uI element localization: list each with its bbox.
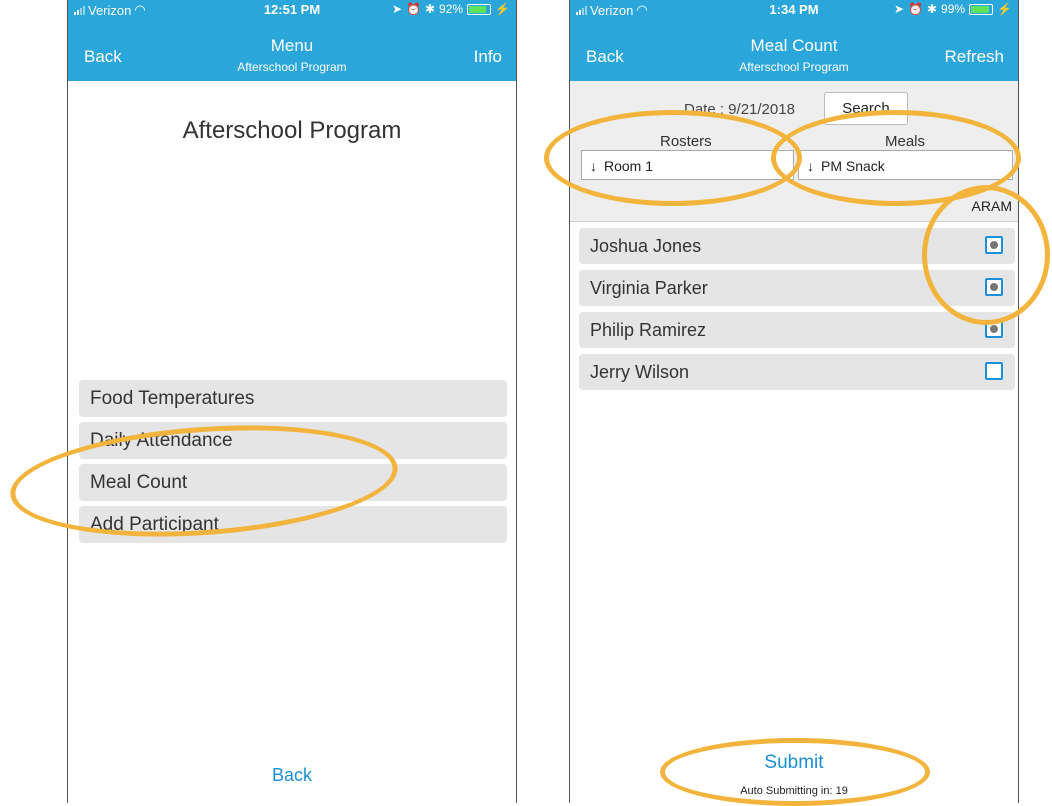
battery-percent: 92% <box>439 2 464 16</box>
participant-row: Jerry Wilson <box>579 354 1015 390</box>
participant-row: Virginia Parker <box>579 270 1015 306</box>
info-button[interactable]: Info <box>474 47 502 67</box>
participant-name: Jerry Wilson <box>590 362 690 382</box>
bluetooth-icon: ✱ <box>926 2 938 16</box>
charging-icon: ⚡ <box>495 2 510 16</box>
battery-icon <box>969 3 994 15</box>
bottom-back-button[interactable]: Back <box>68 765 516 786</box>
battery-percent: 99% <box>941 2 966 16</box>
participant-name: Virginia Parker <box>590 278 708 298</box>
alarm-icon: ⏰ <box>406 2 421 16</box>
meals-label: Meals <box>885 133 926 150</box>
meal-dropdown[interactable]: ↓ PM Snack <box>798 150 1013 180</box>
menu-screen: Verizon ◠ 12:51 PM ➤ ⏰ ✱ 92% ⚡ Back Menu… <box>67 0 517 803</box>
submit-button[interactable]: Submit <box>570 752 1018 774</box>
roster-dropdown[interactable]: ↓ Room 1 <box>581 150 794 180</box>
roster-value: Room 1 <box>604 158 654 174</box>
auto-submit-countdown: Auto Submitting in: 19 <box>740 785 848 797</box>
search-button[interactable]: Search <box>824 92 908 125</box>
checkbox-icon[interactable] <box>985 278 1003 296</box>
location-icon: ➤ <box>391 2 402 16</box>
menu-item-daily-attendance[interactable]: Daily Attendance <box>79 422 507 459</box>
participant-name: Philip Ramirez <box>590 320 707 340</box>
rosters-label: Rosters <box>660 133 712 150</box>
aram-column-header: ARAM <box>971 198 1012 214</box>
location-icon: ➤ <box>893 2 904 16</box>
menu-item-meal-count[interactable]: Meal Count <box>79 464 507 501</box>
date-label: Date : 9/21/2018 <box>684 101 795 118</box>
navigation-bar: Back Menu Afterschool Program Info <box>68 19 516 81</box>
checkbox-icon[interactable] <box>985 362 1003 380</box>
refresh-button[interactable]: Refresh <box>944 47 1004 67</box>
checkbox-icon[interactable] <box>985 236 1003 254</box>
meal-value: PM Snack <box>821 158 885 174</box>
page-title: Afterschool Program <box>182 117 402 144</box>
navigation-bar: Back Meal Count Afterschool Program Refr… <box>570 19 1018 81</box>
filter-panel: Date : 9/21/2018 Search Rosters Meals ↓ R… <box>570 81 1018 222</box>
menu-item-add-participant[interactable]: Add Participant <box>79 506 507 543</box>
status-bar: Verizon ◠ 12:51 PM ➤ ⏰ ✱ 92% ⚡ <box>68 0 516 19</box>
status-bar: Verizon ◠ 1:34 PM ➤ ⏰ ✱ 99% ⚡ <box>570 0 1018 19</box>
participant-name: Joshua Jones <box>590 236 702 256</box>
participant-row: Joshua Jones <box>579 228 1015 264</box>
nav-title: Menu <box>270 36 314 55</box>
checkbox-icon[interactable] <box>985 320 1003 338</box>
battery-icon <box>467 3 492 15</box>
arrow-down-icon: ↓ <box>807 158 814 174</box>
alarm-icon: ⏰ <box>908 2 923 16</box>
nav-subtitle: Afterschool Program <box>237 60 347 74</box>
menu-item-food-temperatures[interactable]: Food Temperatures <box>79 380 507 417</box>
arrow-down-icon: ↓ <box>590 158 597 174</box>
charging-icon: ⚡ <box>997 2 1012 16</box>
bluetooth-icon: ✱ <box>424 2 436 16</box>
participant-row: Philip Ramirez <box>579 312 1015 348</box>
meal-count-screen: Verizon ◠ 1:34 PM ➤ ⏰ ✱ 99% ⚡ Back Meal … <box>569 0 1019 803</box>
